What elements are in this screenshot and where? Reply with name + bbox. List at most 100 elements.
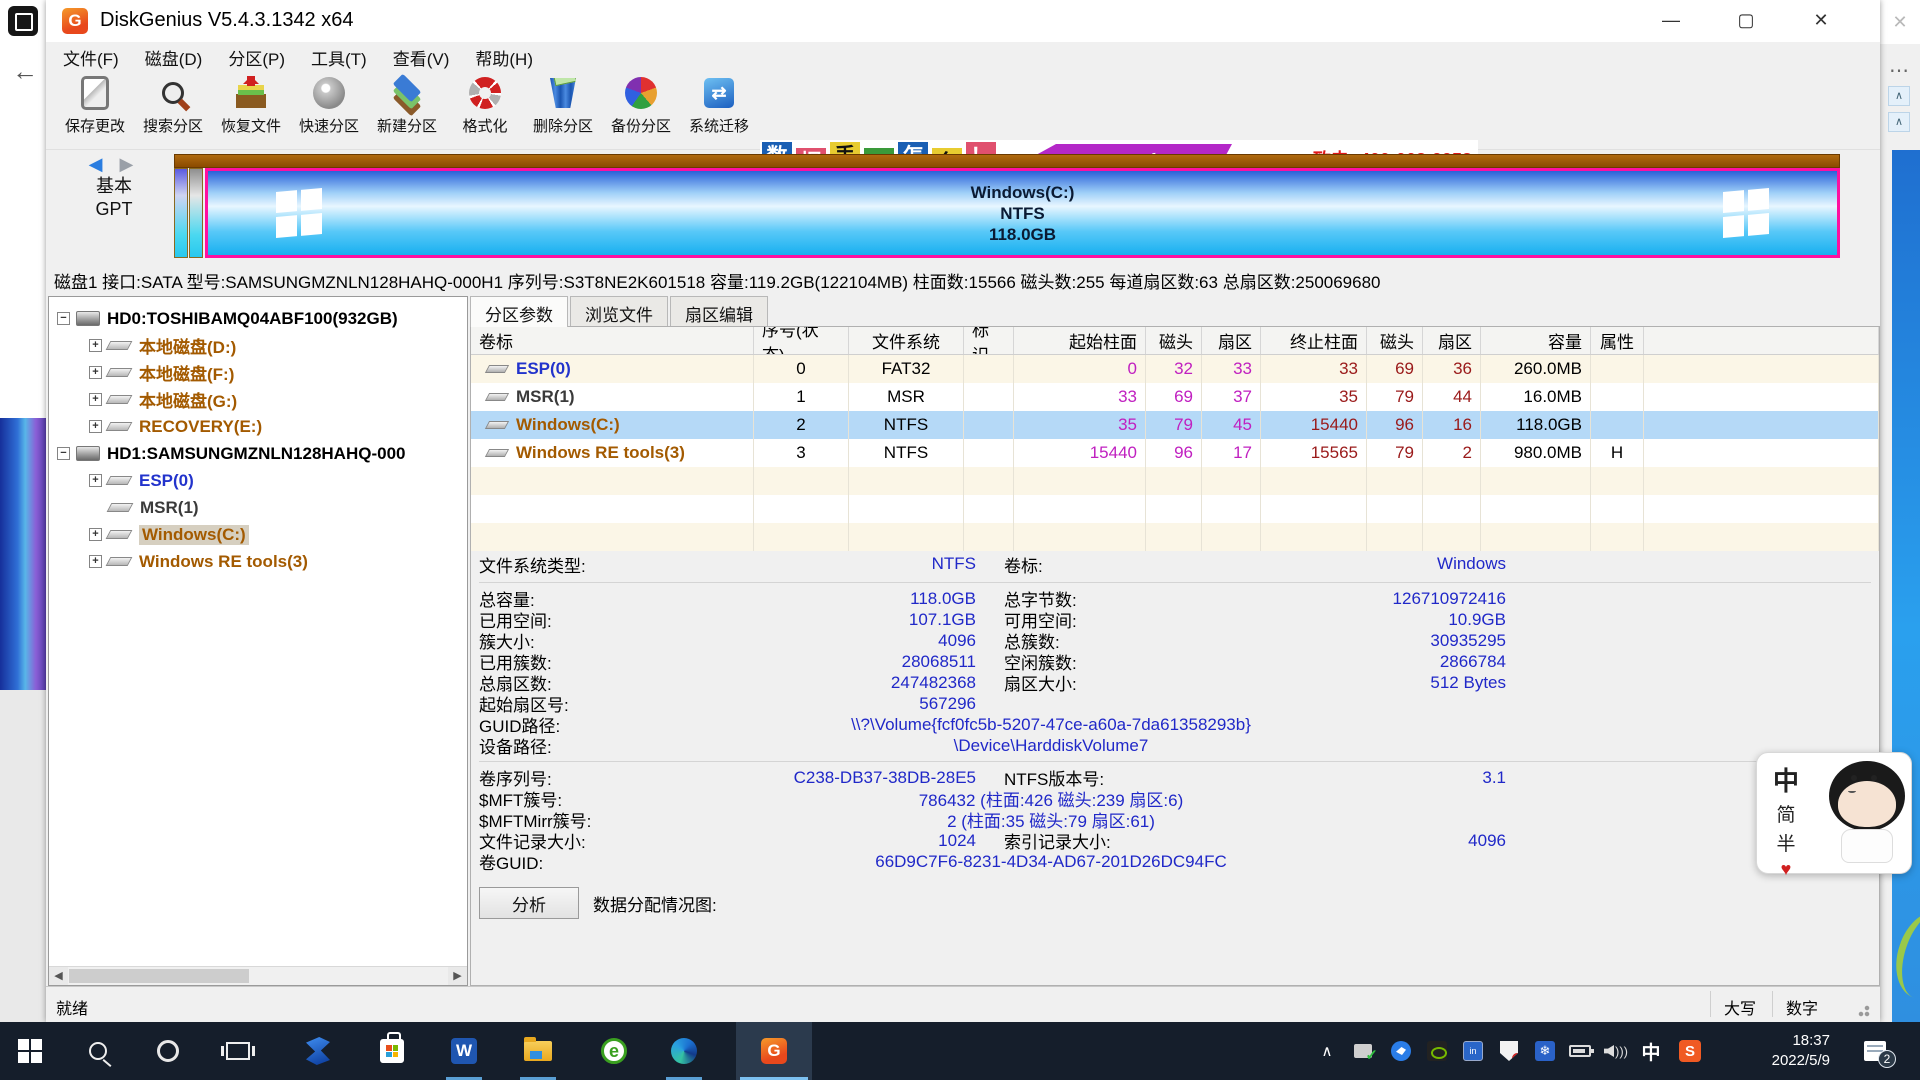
menu-partition[interactable]: 分区(P) <box>215 42 298 70</box>
cortana-button[interactable] <box>146 1022 190 1080</box>
backup-partition-button[interactable]: 备份分区 <box>602 74 680 146</box>
tree-item-hd0[interactable]: −HD0:TOSHIBAMQ04ABF100(932GB) <box>49 305 467 332</box>
taskbar-edge-button[interactable] <box>662 1022 706 1080</box>
quick-partition-button[interactable]: 快速分区 <box>290 74 368 146</box>
desktop-wallpaper-left <box>0 418 46 690</box>
expand-icon[interactable]: + <box>89 555 102 568</box>
resize-grip[interactable] <box>1852 1001 1870 1017</box>
collapse-icon[interactable]: − <box>57 312 70 325</box>
tree-item-recovery-e[interactable]: +RECOVERY(E:) <box>49 413 467 440</box>
tray-security-button[interactable] <box>1492 1022 1526 1080</box>
expand-icon[interactable]: + <box>89 366 102 379</box>
expand-icon[interactable]: + <box>89 420 102 433</box>
expand-icon[interactable]: + <box>89 339 102 352</box>
tray-intel-button[interactable]: in <box>1456 1022 1490 1080</box>
close-button[interactable]: ✕ <box>1797 0 1845 40</box>
menu-view[interactable]: 查看(V) <box>380 42 463 70</box>
background-app-icon[interactable] <box>8 6 38 36</box>
tree-item-msr[interactable]: MSR(1) <box>49 494 467 521</box>
table-row-windows-c-selected[interactable]: Windows(C:) 2 NTFS 35 79 45 15440 96 16 … <box>471 411 1879 439</box>
taskbar-diskgenius-button[interactable]: G <box>736 1022 812 1080</box>
table-row-esp[interactable]: ESP(0) 0 FAT32 0 32 33 33 69 36 260.0MB <box>471 355 1879 383</box>
format-button[interactable]: 格式化 <box>446 74 524 146</box>
minimize-button[interactable]: — <box>1647 0 1695 40</box>
tray-battery-button[interactable] <box>1562 1022 1598 1080</box>
diskgenius-icon: G <box>761 1038 787 1064</box>
security-shield-icon <box>1500 1041 1518 1061</box>
ime-char-jian: 简 <box>1777 800 1796 827</box>
tray-chevron-button[interactable]: ∧ <box>1312 1022 1342 1080</box>
partition-block-esp[interactable] <box>174 168 188 258</box>
taskbar-clock[interactable]: 18:37 2022/5/9 <box>1730 1022 1830 1080</box>
back-arrow-icon[interactable]: ← <box>12 56 38 87</box>
tree-item-local-d[interactable]: +本地磁盘(D:) <box>49 332 467 359</box>
ellipsis-icon[interactable]: ⋯ <box>1880 58 1920 83</box>
taskbar-store-button[interactable] <box>370 1022 414 1080</box>
maximize-button[interactable]: ▢ <box>1722 0 1770 40</box>
start-sector-value: 567296 <box>771 694 976 714</box>
background-close-icon[interactable]: ✕ <box>1880 0 1920 44</box>
menu-tools[interactable]: 工具(T) <box>298 42 380 70</box>
tray-sogou-button[interactable]: S <box>1672 1022 1708 1080</box>
table-row-msr[interactable]: MSR(1) 1 MSR 33 69 37 35 79 44 16.0MB <box>471 383 1879 411</box>
analyze-button[interactable]: 分析 <box>479 887 579 919</box>
delete-partition-button[interactable]: 删除分区 <box>524 74 602 146</box>
partition-block-msr[interactable] <box>189 168 203 258</box>
expand-icon[interactable]: + <box>89 528 102 541</box>
taskbar-explorer-button[interactable] <box>516 1022 560 1080</box>
expand-icon[interactable]: + <box>89 393 102 406</box>
ime-status-widget[interactable]: 中 简 半 ♥ <box>1756 752 1912 874</box>
system-migration-button[interactable]: ⇄ 系统迁移 <box>680 74 758 146</box>
partition-icon <box>107 503 134 512</box>
taskbar-word-button[interactable]: W <box>442 1022 486 1080</box>
toolbar: 保存更改 搜索分区 恢复文件 快速分区 新建分区 格式化 <box>46 70 1880 150</box>
task-view-button[interactable] <box>216 1022 260 1080</box>
menu-file[interactable]: 文件(F) <box>50 42 132 70</box>
collapse-icon[interactable]: − <box>57 447 70 460</box>
device-path-value: \Device\HarddiskVolume7 <box>771 736 1331 756</box>
search-icon <box>154 74 192 112</box>
tree-item-windows-c[interactable]: +Windows(C:) <box>49 521 467 548</box>
scroll-right-icon[interactable]: ▶ <box>448 967 467 985</box>
action-center-button[interactable]: 2 <box>1850 1022 1900 1080</box>
expand-icon[interactable]: + <box>89 474 102 487</box>
scrollbar-thumb[interactable] <box>69 969 249 983</box>
tab-sector-edit[interactable]: 扇区编辑 <box>670 296 768 326</box>
tray-update-button[interactable] <box>1346 1022 1380 1080</box>
save-changes-button[interactable]: 保存更改 <box>56 74 134 146</box>
tree-item-windows-re[interactable]: +Windows RE tools(3) <box>49 548 467 575</box>
start-button[interactable] <box>8 1022 52 1080</box>
tray-nvidia-button[interactable] <box>1420 1022 1454 1080</box>
disk-type-gpt: GPT <box>74 198 154 221</box>
tree-item-esp[interactable]: +ESP(0) <box>49 467 467 494</box>
taskbar-browser-button[interactable]: e <box>592 1022 636 1080</box>
tab-partition-params[interactable]: 分区参数 <box>470 296 568 327</box>
tree-item-hd1[interactable]: −HD1:SAMSUNGMZNLN128HAHQ-000 <box>49 440 467 467</box>
tree-horizontal-scrollbar[interactable]: ◀ ▶ <box>49 966 467 985</box>
disk-strip[interactable] <box>174 154 1840 168</box>
tab-browse-files[interactable]: 浏览文件 <box>570 296 668 326</box>
table-row-windows-re[interactable]: Windows RE tools(3) 3 NTFS 15440 96 17 1… <box>471 439 1879 467</box>
scroll-up2-icon[interactable]: ∧ <box>1888 112 1910 132</box>
tray-bird-button[interactable] <box>1384 1022 1418 1080</box>
right-panel: 分区参数 浏览文件 扇区编辑 卷标 序号(状态) 文件系统 标识 起始柱面 磁头… <box>470 296 1880 986</box>
nav-left-icon[interactable]: ◀ <box>89 154 109 174</box>
new-partition-button[interactable]: 新建分区 <box>368 74 446 146</box>
taskbar-thunder-button[interactable] <box>296 1022 340 1080</box>
tray-volume-button[interactable]: ))) <box>1598 1022 1634 1080</box>
menu-help[interactable]: 帮助(H) <box>462 42 546 70</box>
search-partition-button[interactable]: 搜索分区 <box>134 74 212 146</box>
status-numlock: 数字 <box>1786 995 1818 1019</box>
scroll-left-icon[interactable]: ◀ <box>49 967 68 985</box>
tree-item-local-f[interactable]: +本地磁盘(F:) <box>49 359 467 386</box>
nav-right-icon[interactable]: ▶ <box>120 154 140 174</box>
recover-files-button[interactable]: 恢复文件 <box>212 74 290 146</box>
desktop-left-gray <box>0 690 46 1022</box>
tray-ime-button[interactable]: 中 <box>1634 1022 1668 1080</box>
scroll-up-icon[interactable]: ∧ <box>1888 86 1910 106</box>
menu-disk[interactable]: 磁盘(D) <box>132 42 216 70</box>
partition-block-windows[interactable]: Windows(C:) NTFS 118.0GB <box>205 168 1840 258</box>
tray-snowflake-button[interactable]: ❄ <box>1528 1022 1562 1080</box>
tree-item-local-g[interactable]: +本地磁盘(G:) <box>49 386 467 413</box>
taskbar-search-button[interactable] <box>76 1022 120 1080</box>
